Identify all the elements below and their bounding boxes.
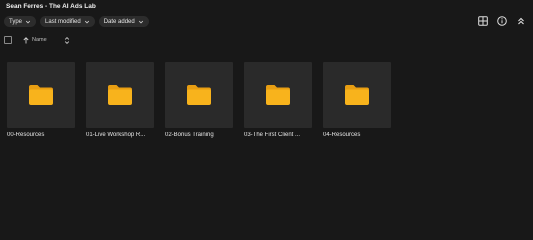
folder-item[interactable]: 02-Bonus Training	[165, 62, 233, 138]
folder-label: 04-Resources	[323, 132, 361, 138]
folder-icon	[187, 85, 211, 105]
folder-label: 02-Bonus Training	[165, 132, 214, 138]
folder-item[interactable]: 01-Live Workshop R...	[86, 62, 154, 138]
folder-thumbnail	[323, 62, 391, 128]
list-header: Name	[4, 36, 74, 46]
grid-view-icon	[478, 16, 488, 26]
folder-thumbnail	[7, 62, 75, 128]
filter-last-modified-label: Last modified	[45, 18, 81, 25]
folder-item[interactable]: 04-Resources	[323, 62, 391, 138]
folder-item[interactable]: 00-Resources	[7, 62, 75, 138]
folder-icon	[29, 85, 53, 105]
file-browser: Sean Ferres - The AI Ads Lab Type Last m…	[0, 0, 533, 238]
select-all-checkbox[interactable]	[4, 36, 12, 44]
info-button[interactable]	[496, 15, 508, 27]
folder-label: 00-Resources	[7, 132, 45, 138]
folder-thumbnail	[165, 62, 233, 128]
collapse-button[interactable]	[515, 15, 527, 27]
folder-icon	[345, 85, 369, 105]
chevron-down-icon	[138, 20, 143, 23]
chevron-down-icon	[25, 20, 31, 23]
info-icon	[497, 16, 507, 26]
grid-view-button[interactable]	[477, 15, 489, 27]
chevron-down-icon	[84, 20, 89, 23]
filter-type-label: Type	[9, 18, 23, 25]
folder-thumbnail	[86, 62, 154, 128]
arrow-up-icon[interactable]	[23, 37, 29, 44]
folder-label: 03-The First Client ...	[244, 132, 301, 138]
filter-date-added[interactable]: Date added	[98, 16, 149, 27]
sort-toggle-icon[interactable]	[64, 36, 70, 45]
filter-last-modified[interactable]: Last modified	[40, 16, 95, 27]
view-toolbar	[477, 15, 527, 27]
folder-thumbnail	[244, 62, 312, 128]
filter-type[interactable]: Type	[4, 16, 37, 27]
name-column-header[interactable]: Name	[32, 37, 47, 43]
filter-bar: Type Last modified Date added	[4, 16, 149, 27]
folder-icon	[266, 85, 290, 105]
folder-item[interactable]: 03-The First Client ...	[244, 62, 312, 138]
page-title: Sean Ferres - The AI Ads Lab	[6, 3, 96, 10]
folder-icon	[108, 85, 132, 105]
filter-date-added-label: Date added	[103, 18, 135, 25]
folder-label: 01-Live Workshop R...	[86, 132, 146, 138]
collapse-icon	[518, 17, 524, 25]
